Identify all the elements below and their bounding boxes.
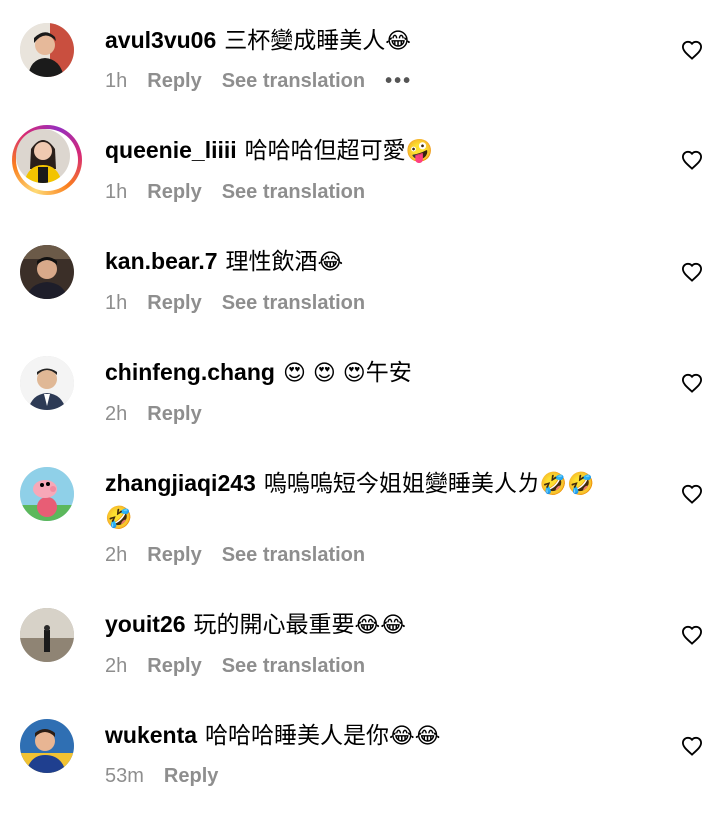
comment-body: 嗚嗚嗚短今姐姐變睡美人ㄌ: [263, 470, 540, 496]
comment-text: wukenta 哈哈哈睡美人是你😂😂: [105, 719, 665, 753]
comment-time: 2h: [105, 544, 128, 566]
rofl-emoji: 🤣: [105, 506, 133, 531]
laughing-emoji: 😂: [317, 250, 344, 275]
heart-outline-icon[interactable]: [681, 262, 703, 282]
avatar[interactable]: [20, 608, 74, 662]
comment-username[interactable]: zhangjiaqi243: [105, 470, 256, 496]
comment-username[interactable]: queenie_liiii: [105, 137, 237, 163]
comment-username[interactable]: wukenta: [105, 722, 197, 748]
heart-outline-icon[interactable]: [681, 150, 703, 170]
comment-time: 2h: [105, 403, 128, 425]
comment-text: youit26 玩的開心最重要😂😂: [105, 608, 665, 642]
heart-outline-icon[interactable]: [681, 484, 703, 504]
comment-meta: 53m Reply: [105, 762, 238, 790]
more-dots-icon[interactable]: •••: [385, 70, 412, 92]
rofl-emoji: 🤣🤣: [539, 472, 595, 497]
reply-button[interactable]: Reply: [147, 403, 201, 425]
avatar[interactable]: [20, 23, 74, 77]
comment-text: queenie_liiii 哈哈哈但超可愛🤪: [105, 134, 665, 168]
laughing-emoji: 😂😂: [354, 613, 406, 638]
comment-time: 1h: [105, 70, 128, 92]
see-translation-button[interactable]: See translation: [222, 181, 365, 203]
comment-body: 哈哈哈睡美人是你: [205, 722, 390, 748]
see-translation-button[interactable]: See translation: [222, 70, 365, 92]
avatar[interactable]: [20, 467, 74, 521]
avatar[interactable]: [20, 245, 74, 299]
comment-meta: 1h Reply See translation •••: [105, 67, 432, 95]
heart-eyes-emoji: 😍 😍 😍: [282, 361, 366, 386]
comment-text: kan.bear.7 理性飲酒😂: [105, 245, 665, 279]
comment-meta: 1h Reply See translation: [105, 289, 385, 317]
reply-button[interactable]: Reply: [147, 655, 201, 677]
comment-meta: 2h Reply See translation: [105, 541, 385, 569]
comment-text: chinfeng.chang 😍 😍 😍午安: [105, 356, 665, 390]
laughing-emoji: 😂: [385, 29, 411, 54]
comment-meta: 2h Reply: [105, 400, 222, 428]
comment-username[interactable]: avul3vu06: [105, 27, 216, 53]
heart-outline-icon[interactable]: [681, 625, 703, 645]
laughing-emoji: 😂😂: [389, 724, 441, 749]
comment-meta: 1h Reply See translation: [105, 178, 385, 206]
comment-username[interactable]: chinfeng.chang: [105, 359, 275, 385]
comment-time: 53m: [105, 765, 144, 787]
heart-outline-icon[interactable]: [681, 40, 703, 60]
heart-outline-icon[interactable]: [681, 736, 703, 756]
reply-button[interactable]: Reply: [164, 765, 218, 787]
see-translation-button[interactable]: See translation: [222, 292, 365, 314]
comment-meta: 2h Reply See translation: [105, 652, 385, 680]
see-translation-button[interactable]: See translation: [222, 544, 365, 566]
avatar[interactable]: [20, 356, 74, 410]
comment-time: 2h: [105, 655, 128, 677]
comment-body: 玩的開心最重要: [193, 611, 355, 637]
avatar: [16, 129, 70, 183]
comment-username[interactable]: youit26: [105, 611, 186, 637]
comment-body: 午安: [365, 359, 412, 385]
avatar-story-ring[interactable]: [12, 125, 82, 195]
comment-body: 哈哈哈但超可愛: [244, 137, 406, 163]
comment-time: 1h: [105, 292, 128, 314]
see-translation-button[interactable]: See translation: [222, 655, 365, 677]
comment-text: avul3vu06 三杯變成睡美人😂: [105, 24, 665, 58]
comment-body: 理性飲酒: [225, 248, 318, 274]
comment-time: 1h: [105, 181, 128, 203]
comment-body: 三杯變成睡美人: [224, 27, 386, 53]
reply-button[interactable]: Reply: [147, 292, 201, 314]
avatar[interactable]: [20, 719, 74, 773]
zany-face-emoji: 🤪: [405, 139, 434, 164]
comment-text: zhangjiaqi243 嗚嗚嗚短今姐姐變睡美人ㄌ🤣🤣 🤣: [105, 467, 665, 535]
reply-button[interactable]: Reply: [147, 544, 201, 566]
comment-username[interactable]: kan.bear.7: [105, 248, 218, 274]
reply-button[interactable]: Reply: [147, 70, 201, 92]
heart-outline-icon[interactable]: [681, 373, 703, 393]
reply-button[interactable]: Reply: [147, 181, 201, 203]
